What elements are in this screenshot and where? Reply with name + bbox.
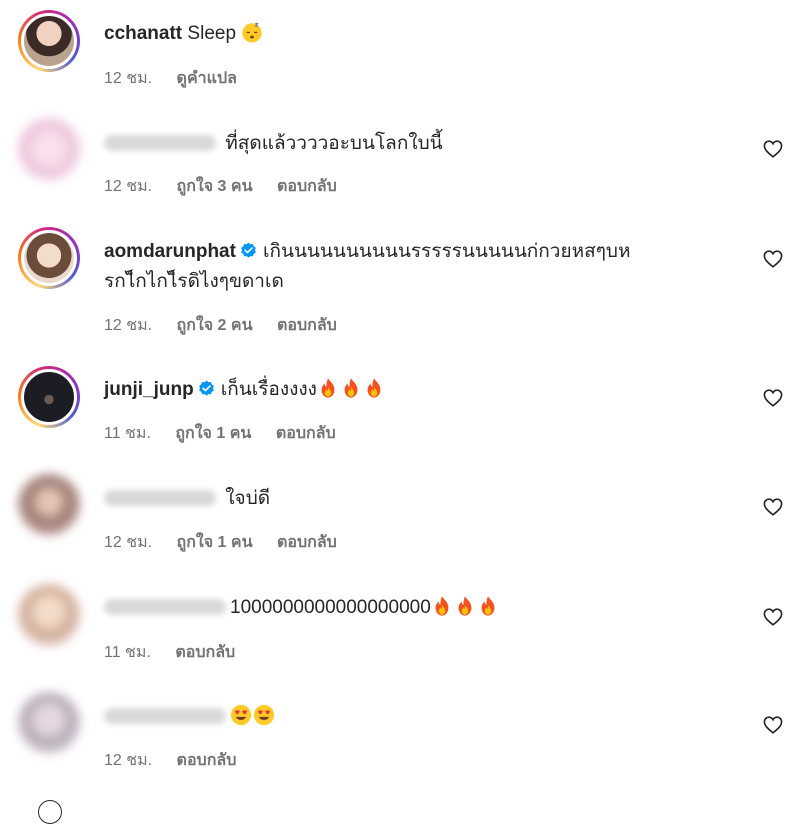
blurred-username[interactable] — [104, 599, 226, 615]
avatar[interactable] — [18, 366, 80, 428]
avatar[interactable] — [18, 227, 80, 289]
comment-body: ใจบ่ดี — [104, 485, 270, 513]
comment-meta: 12 ชม. ถูกใจ 3 คน ตอบกลับ — [104, 174, 357, 199]
comment-meta: 12 ชม. ดูคำแปล — [104, 66, 257, 91]
comment-text: ใจบ่ดี — [225, 488, 271, 509]
comment-time: 12 ชม. — [104, 317, 153, 334]
fire-emoji — [454, 595, 476, 617]
likes-count[interactable]: ถูกใจ 1 คน — [175, 425, 251, 442]
reply-button[interactable]: ตอบกลับ — [277, 534, 337, 551]
heart-icon[interactable] — [763, 608, 783, 626]
avatar[interactable] — [18, 10, 80, 72]
blurred-username[interactable] — [104, 490, 216, 506]
comment-meta: 11 ชม. ตอบกลับ — [104, 640, 255, 665]
comment-body: ที่สุดแล้ววววอะบนโลกใบนี้ — [104, 130, 443, 158]
sleeping-emoji — [241, 21, 263, 43]
heart-icon[interactable] — [763, 250, 783, 268]
comment-text: Sleep — [187, 23, 237, 44]
reply-button[interactable]: ตอบกลับ — [175, 644, 235, 661]
comment-meta: 12 ชม. ตอบกลับ — [104, 748, 256, 773]
avatar[interactable] — [38, 800, 62, 824]
comment-text: เกินนนนนนนนนนรรรรรนนนนนก่กวยหสๆบห — [262, 241, 631, 262]
comment-body: 1000000000000000000 — [104, 594, 500, 622]
see-translation-link[interactable]: ดูคำแปล — [177, 70, 237, 87]
comment-text-continued: รกไ็กไกไ็รดิไงๆขดาเด — [104, 271, 284, 292]
reply-button[interactable]: ตอบกลับ — [277, 317, 337, 334]
comment-text: ที่สุดแล้ววววอะบนโลกใบนี้ — [225, 133, 443, 154]
comment-meta: 11 ชม. ถูกใจ 1 คน ตอบกลับ — [104, 421, 356, 446]
comment-time: 11 ชม. — [104, 644, 151, 661]
comment-time: 11 ชม. — [104, 425, 151, 442]
reply-button[interactable]: ตอบกลับ — [277, 178, 337, 195]
comment-time: 12 ชม. — [104, 534, 153, 551]
comment-body: cchanatt Sleep — [104, 20, 264, 48]
heart-icon[interactable] — [763, 498, 783, 516]
likes-count[interactable]: ถูกใจ 1 คน — [177, 534, 253, 551]
heart-eyes-emoji — [230, 704, 252, 726]
comment-body: aomdarunphat เกินนนนนนนนนนรรรรรนนนนนก่กวย… — [104, 238, 631, 266]
comment-text: 1000000000000000000 — [230, 597, 431, 618]
likes-count[interactable]: ถูกใจ 3 คน — [177, 178, 253, 195]
reply-button[interactable]: ตอบกลับ — [177, 752, 237, 769]
verified-icon — [198, 380, 215, 397]
comment-meta: 12 ชม. ถูกใจ 2 คน ตอบกลับ — [104, 313, 357, 338]
verified-icon — [240, 242, 257, 259]
avatar[interactable] — [18, 474, 80, 536]
fire-emoji — [431, 595, 453, 617]
blurred-username[interactable] — [104, 708, 226, 724]
heart-eyes-emoji — [253, 704, 275, 726]
comment-time: 12 ชม. — [104, 178, 153, 195]
likes-count[interactable]: ถูกใจ 2 คน — [177, 317, 253, 334]
avatar[interactable] — [18, 584, 80, 646]
heart-icon[interactable] — [763, 716, 783, 734]
blurred-username[interactable] — [104, 135, 216, 151]
comment-body — [104, 703, 276, 731]
heart-icon[interactable] — [763, 140, 783, 158]
comment-meta: 12 ชม. ถูกใจ 1 คน ตอบกลับ — [104, 530, 357, 555]
fire-emoji — [363, 377, 385, 399]
fire-emoji — [317, 377, 339, 399]
reply-button[interactable]: ตอบกลับ — [276, 425, 336, 442]
fire-emoji — [340, 377, 362, 399]
comment-body: junji_junp เก็นเรื่องงงง — [104, 376, 386, 404]
fire-emoji — [477, 595, 499, 617]
comment-body-line2: รกไ็กไกไ็รดิไงๆขดาเด — [104, 268, 284, 296]
avatar[interactable] — [18, 118, 80, 180]
comment-text: เก็นเรื่องงงง — [220, 379, 317, 400]
comment-time: 12 ชม. — [104, 752, 153, 769]
comment-time: 12 ชม. — [104, 70, 153, 87]
comment-username[interactable]: aomdarunphat — [104, 241, 236, 262]
avatar[interactable] — [18, 692, 80, 754]
comment-username[interactable]: cchanatt — [104, 23, 182, 44]
heart-icon[interactable] — [763, 389, 783, 407]
comment-username[interactable]: junji_junp — [104, 379, 194, 400]
